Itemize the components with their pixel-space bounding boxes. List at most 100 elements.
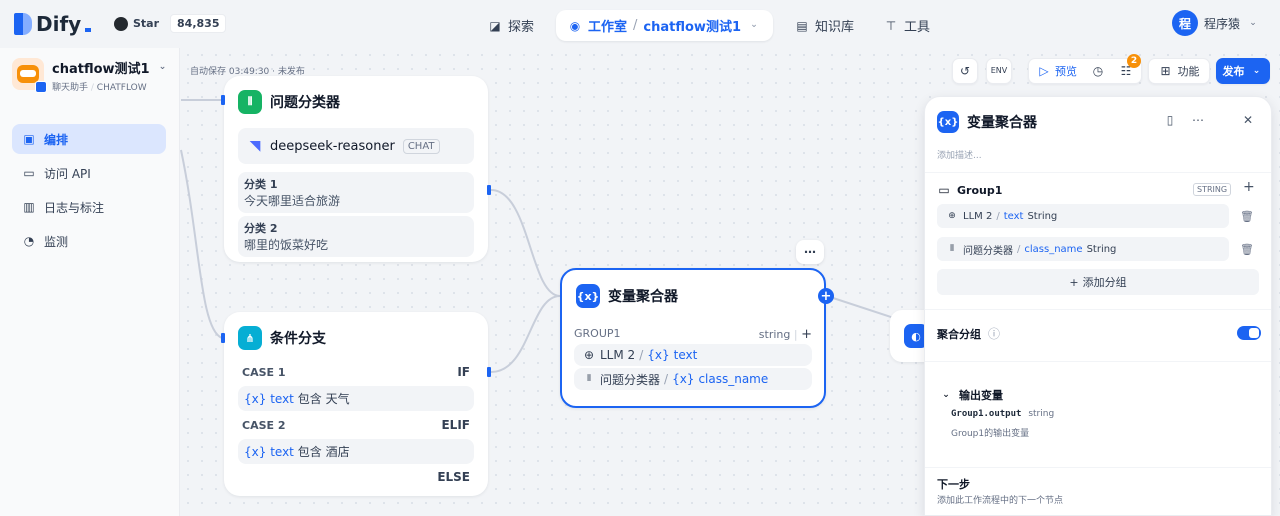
chevron-down-icon: ⌄	[942, 389, 950, 400]
nav-tools[interactable]: ⊤ 工具	[876, 10, 938, 41]
node-output-handle-if[interactable]	[487, 367, 491, 377]
variable-name: text	[673, 348, 698, 362]
sidebar-item-api[interactable]: ▭ 访问 API	[12, 158, 166, 188]
help-circle-icon[interactable]: ⓘ	[987, 327, 1001, 341]
sidebar-item-monitor[interactable]: ◔ 监测	[12, 226, 166, 256]
top-bar: Dify Star 84,835 ◪ 探索 ◉ 工作室 / chatflow测试…	[0, 0, 1280, 48]
env-button[interactable]: ENV	[986, 58, 1012, 84]
case-keyword: IF	[457, 365, 470, 379]
variable-row[interactable]: ⊕ LLM 2 / text String	[937, 204, 1229, 228]
node-more-button[interactable]: ⋯	[796, 240, 824, 264]
checklist-icon[interactable]: ☷ 2	[1119, 54, 1141, 78]
nav-explore[interactable]: ◪ 探索	[480, 10, 542, 41]
variable-sep: /	[996, 210, 1000, 222]
node-if-else[interactable]: ⋔ 条件分支 CASE 1 IF {x} text 包含 天气 CASE 2 E…	[221, 312, 491, 496]
model-type-tag: CHAT	[402, 138, 440, 154]
avatar: 程	[1171, 10, 1198, 36]
else-label: ELSE	[437, 470, 470, 484]
sidebar-item-logs[interactable]: ▥ 日志与标注	[12, 192, 166, 222]
explore-icon: ◪	[489, 18, 501, 33]
github-star-count: 84,835	[170, 14, 227, 33]
trash-icon[interactable]: 🗑	[1237, 239, 1257, 259]
close-icon[interactable]: ✕	[1241, 113, 1255, 127]
layout-icon: ▣	[23, 132, 35, 146]
variable-source: 问题分类器	[963, 245, 1013, 257]
node-title: 条件分支	[270, 331, 326, 347]
class-value: 哪里的饭菜好吃	[244, 238, 329, 252]
nav-studio[interactable]: ◉ 工作室 / chatflow测试1 ⌄	[556, 10, 773, 41]
debug-icon[interactable]: ◷	[1091, 64, 1105, 78]
model-name: deepseek-reasoner	[270, 138, 395, 154]
checklist-count-badge: 2	[1127, 54, 1141, 68]
class-title: 分类 1	[244, 178, 278, 191]
deepseek-whale-icon: ◥	[249, 138, 261, 154]
variable-row[interactable]: ⊕ LLM 2 / {x} text	[574, 344, 812, 366]
logo-underscore	[85, 28, 92, 32]
node-input-handle[interactable]	[221, 333, 225, 343]
output-var-desc: Group1的输出变量	[951, 429, 1030, 439]
divider	[925, 467, 1271, 468]
variable-sep: /	[664, 372, 669, 386]
group-name[interactable]: Group1	[957, 184, 1002, 197]
condition-value: 天气	[325, 392, 350, 406]
output-var-row: Group1.output string	[951, 409, 1054, 419]
features-button[interactable]: ⊞ 功能	[1148, 58, 1210, 84]
nav-tools-label: 工具	[904, 20, 931, 35]
case-label: CASE 2	[242, 418, 286, 432]
variable-sep: /	[639, 348, 644, 362]
play-icon: ▷	[1039, 64, 1049, 78]
sidebar-item-orchestrate[interactable]: ▣ 编排	[12, 124, 166, 154]
file-icon: ▥	[23, 200, 35, 214]
chevron-down-icon: ⌄	[1252, 65, 1261, 76]
model-selector[interactable]: ◥ deepseek-reasoner CHAT	[238, 128, 474, 164]
condition-row: {x} text 包含 酒店	[238, 439, 474, 464]
branch-icon: ⋔	[238, 326, 262, 350]
add-variable-icon[interactable]: +	[1243, 179, 1255, 195]
group-header: GROUP1 string | +	[574, 327, 812, 342]
nav-knowledge[interactable]: ▤ 知识库	[787, 10, 862, 41]
description-input[interactable]: 添加描述...	[937, 148, 982, 161]
chevron-down-icon: ⌄	[1249, 17, 1257, 28]
hammer-icon: ⊤	[885, 18, 897, 33]
preview-button[interactable]: ▷ 预览	[1037, 63, 1077, 79]
variable-prefix: {x}	[672, 372, 695, 386]
group-toggle-switch[interactable]	[1237, 326, 1261, 340]
output-vars-header[interactable]: ⌄ 输出变量	[939, 387, 1003, 403]
nav-app-switcher[interactable]: chatflow测试1	[643, 16, 741, 35]
history-icon: ↺	[959, 64, 971, 78]
publish-label: 发布	[1222, 65, 1245, 78]
node-output-handle[interactable]	[487, 185, 491, 195]
panel-title[interactable]: 变量聚合器	[967, 112, 1037, 132]
book-icon: ▤	[796, 18, 808, 33]
github-star-link[interactable]: Star 84,835	[114, 14, 227, 33]
class-title: 分类 2	[244, 222, 278, 235]
variable-row[interactable]: ⫴ 问题分类器 / {x} class_name	[574, 368, 812, 390]
add-next-node-button[interactable]: +	[818, 288, 834, 304]
condition-row: {x} text 包含 天气	[238, 386, 474, 411]
node-input-handle[interactable]	[221, 95, 225, 105]
user-menu[interactable]: 程 程序猿 ⌄	[1171, 10, 1260, 36]
variable-type: String	[1027, 210, 1058, 222]
node-question-classifier[interactable]: ⫴ 问题分类器 ◥ deepseek-reasoner CHAT 分类 1 今天…	[221, 76, 491, 262]
class-item: 分类 2 哪里的饭菜好吃	[238, 216, 474, 257]
dify-logo[interactable]: Dify	[14, 12, 92, 36]
add-variable-icon[interactable]: +	[801, 327, 812, 342]
more-icon[interactable]: ⋯	[1191, 113, 1205, 127]
add-group-button[interactable]: + 添加分组	[937, 269, 1259, 295]
condition-op: 包含	[297, 445, 322, 459]
chevron-down-icon[interactable]: ⌄	[747, 19, 761, 33]
output-vars-title: 输出变量	[959, 389, 1003, 402]
book-open-icon[interactable]: ▯	[1163, 113, 1177, 127]
variable-prefix: {x}	[647, 348, 670, 362]
undo-history-button[interactable]: ↺	[952, 58, 978, 84]
nav-explore-label: 探索	[508, 20, 535, 35]
node-variable-aggregator[interactable]: + {x} 变量聚合器 GROUP1 string | + ⊕ LLM 2 / …	[560, 268, 834, 408]
app-info[interactable]: chatflow测试1 ⌄ 聊天助手 / CHATFLOW	[12, 58, 170, 93]
class-item: 分类 1 今天哪里适合旅游	[238, 172, 474, 213]
group-toggle-label: 聚合分组	[937, 328, 981, 341]
publish-button[interactable]: 发布 ⌄	[1216, 58, 1270, 84]
variable-row[interactable]: ⫴ 问题分类器 / class_name String	[937, 237, 1229, 261]
trash-icon[interactable]: 🗑	[1237, 206, 1257, 226]
nav-knowledge-label: 知识库	[815, 20, 855, 35]
monitor-icon: ◔	[23, 234, 35, 248]
